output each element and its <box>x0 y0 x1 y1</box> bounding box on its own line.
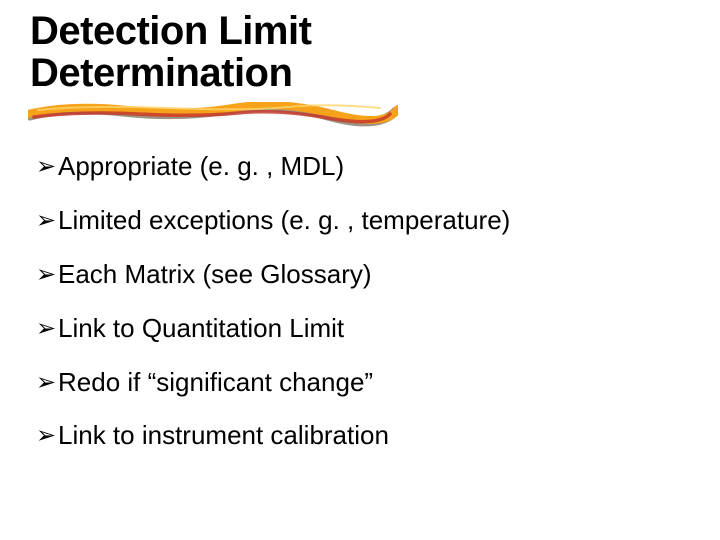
slide: Detection Limit Determination ➢ Appropri… <box>0 0 720 540</box>
list-item: ➢ Link to Quantitation Limit <box>36 314 690 344</box>
bullet-marker-icon: ➢ <box>36 369 58 397</box>
list-item: ➢ Link to instrument calibration <box>36 421 690 451</box>
title-underline <box>28 102 398 130</box>
bullet-text: Link to Quantitation Limit <box>58 314 690 344</box>
bullet-marker-icon: ➢ <box>36 153 58 181</box>
bullet-text: Limited exceptions (e. g. , temperature) <box>58 206 690 236</box>
bullet-marker-icon: ➢ <box>36 422 58 450</box>
title-line-2: Determination <box>30 51 292 95</box>
list-item: ➢ Each Matrix (see Glossary) <box>36 260 690 290</box>
slide-title: Detection Limit Determination <box>30 10 690 94</box>
brush-stroke-icon <box>28 102 398 130</box>
bullet-marker-icon: ➢ <box>36 261 58 289</box>
list-item: ➢ Limited exceptions (e. g. , temperatur… <box>36 206 690 236</box>
bullet-text: Link to instrument calibration <box>58 421 690 451</box>
bullet-text: Redo if “significant change” <box>58 368 690 398</box>
bullet-text: Appropriate (e. g. , MDL) <box>58 152 690 182</box>
bullet-list: ➢ Appropriate (e. g. , MDL) ➢ Limited ex… <box>30 152 690 451</box>
bullet-marker-icon: ➢ <box>36 207 58 235</box>
bullet-marker-icon: ➢ <box>36 315 58 343</box>
title-line-1: Detection Limit <box>30 9 311 53</box>
list-item: ➢ Redo if “significant change” <box>36 368 690 398</box>
list-item: ➢ Appropriate (e. g. , MDL) <box>36 152 690 182</box>
bullet-text: Each Matrix (see Glossary) <box>58 260 690 290</box>
